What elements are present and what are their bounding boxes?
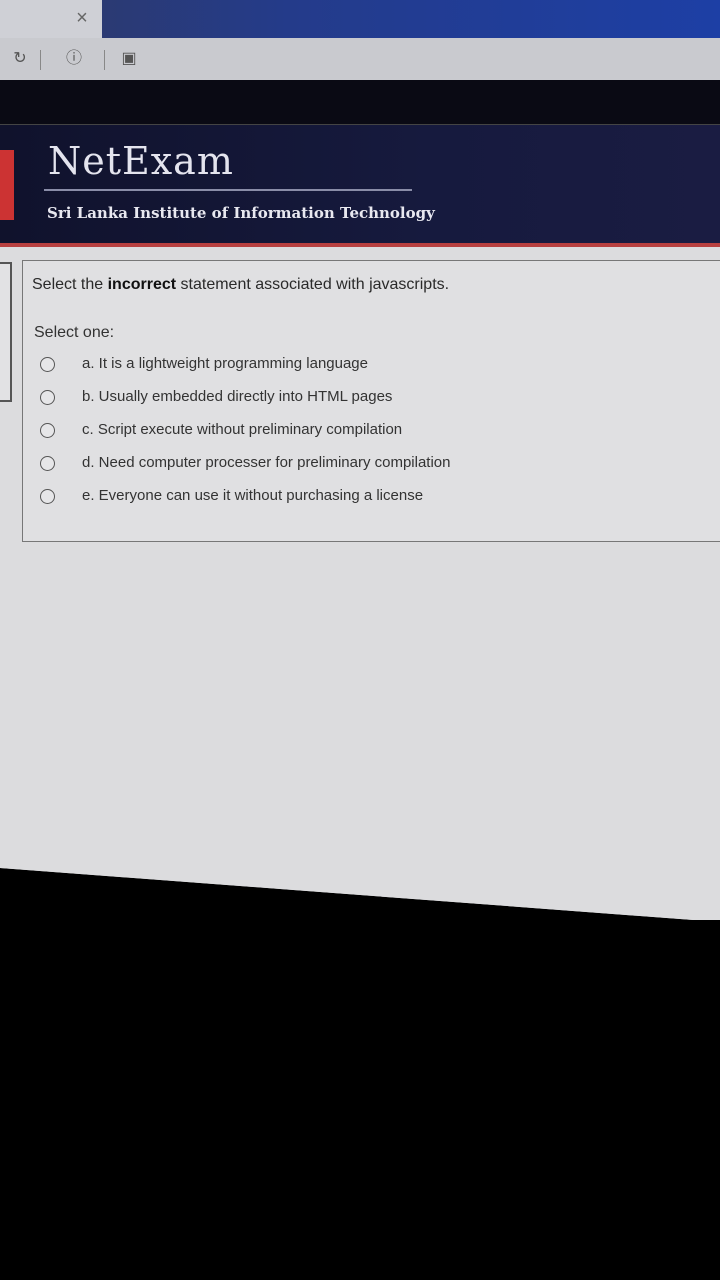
radio-button[interactable] <box>40 489 55 504</box>
answer-option-a[interactable]: a. It is a lightweight programming langu… <box>38 353 678 377</box>
answer-label[interactable]: d. Need computer processer for prelimina… <box>82 454 451 471</box>
answer-label[interactable]: e. Everyone can use it without purchasin… <box>82 487 423 504</box>
radio-button[interactable] <box>40 357 55 372</box>
site-info-icon[interactable]: ⓘ <box>62 49 86 69</box>
extension-icon[interactable]: ▣ <box>118 49 140 69</box>
answer-label[interactable]: b. Usually embedded directly into HTML p… <box>82 388 392 405</box>
toolbar-divider <box>40 50 41 70</box>
answer-option-b[interactable]: b. Usually embedded directly into HTML p… <box>38 386 678 410</box>
answer-option-c[interactable]: c. Script execute without preliminary co… <box>38 419 678 443</box>
radio-button[interactable] <box>40 390 55 405</box>
toolbar-divider <box>104 50 105 70</box>
question-text-prefix: Select the <box>32 276 108 293</box>
sliit-logo-fragment <box>0 150 14 220</box>
reload-icon[interactable]: ↻ <box>10 49 30 69</box>
browser-tab-bar <box>0 0 720 38</box>
radio-button[interactable] <box>40 456 55 471</box>
question-text: Select the incorrect statement associate… <box>32 276 449 294</box>
select-one-label: Select one: <box>34 324 115 341</box>
answer-label[interactable]: a. It is a lightweight programming langu… <box>82 355 368 372</box>
close-tab-icon[interactable]: × <box>70 6 94 30</box>
toolbar-shadow-band <box>0 80 720 126</box>
browser-toolbar <box>0 38 720 80</box>
browser-tab[interactable]: × <box>0 0 102 38</box>
brand-title: NetExam <box>48 139 234 183</box>
answer-option-e[interactable]: e. Everyone can use it without purchasin… <box>38 485 678 509</box>
answer-option-d[interactable]: d. Need computer processer for prelimina… <box>38 452 678 476</box>
radio-button[interactable] <box>40 423 55 438</box>
question-info-box <box>0 262 12 402</box>
monitor-screen: × ↻ ⓘ ▣ NetExam Sri Lanka Institute of I… <box>0 0 720 920</box>
question-emphasis: incorrect <box>107 276 177 293</box>
institute-name: Sri Lanka Institute of Information Techn… <box>47 204 435 222</box>
question-text-suffix: statement associated with javascripts. <box>176 276 450 293</box>
header-divider <box>44 189 412 191</box>
answer-label[interactable]: c. Script execute without preliminary co… <box>82 421 402 438</box>
